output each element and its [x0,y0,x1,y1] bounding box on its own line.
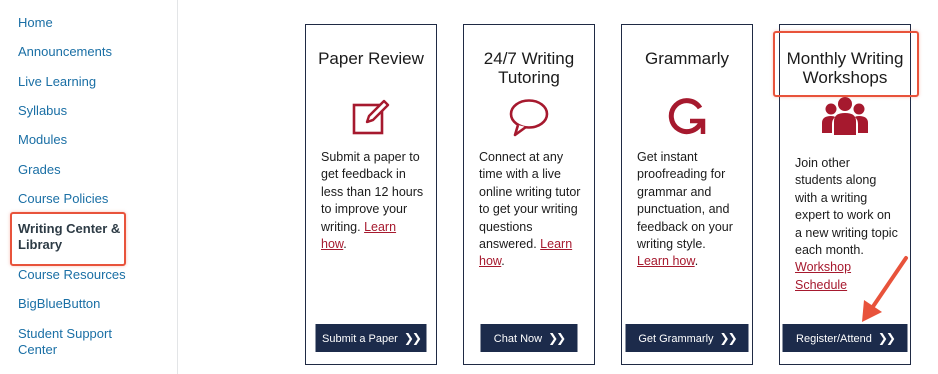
get-grammarly-button[interactable]: Get Grammarly ❯❯ [625,324,749,352]
double-chevron-right-icon: ❯❯ [403,331,422,345]
nav-item-announcements[interactable]: Announcements [18,44,168,60]
card-grammarly: Grammarly Get instant proofreading for g… [621,24,753,365]
link-suffix: . [694,254,699,269]
nav-item-course-resources[interactable]: Course Resources [18,267,168,283]
card-description: Get instant proofreading for grammar and… [637,149,740,271]
double-chevron-right-icon: ❯❯ [719,331,738,345]
description-text: Connect at any time with a live online w… [479,150,581,252]
edit-icon [352,99,390,135]
nav-item-grades[interactable]: Grades [18,162,168,178]
nav-item-bigbluebutton[interactable]: BigBlueButton [18,296,168,312]
grammarly-g-icon [668,98,706,135]
submit-paper-button[interactable]: Submit a Paper ❯❯ [315,324,427,352]
chat-bubble-icon [509,99,549,137]
chat-now-button[interactable]: Chat Now ❯❯ [480,324,578,352]
double-chevron-right-icon: ❯❯ [548,331,566,345]
card-title: Monthly Writing Workshops [786,49,904,87]
double-chevron-right-icon: ❯❯ [877,331,896,345]
nav-item-course-policies[interactable]: Course Policies [18,191,168,207]
button-label: Submit a Paper [322,333,398,345]
card-paper-review: Paper Review Submit a paper to get feedb… [305,24,437,365]
card-description: Submit a paper to get feedback in less t… [321,149,424,253]
nav-item-student-support-center[interactable]: Student Support Center [18,326,128,358]
button-label: Register/Attend [796,333,872,345]
link-suffix: . [343,237,347,252]
button-label: Chat Now [493,333,543,345]
learn-how-link[interactable]: Learn how [637,254,695,268]
card-title: Grammarly [644,49,730,68]
register-attend-button[interactable]: Register/Attend ❯❯ [782,324,908,352]
nav-item-live-learning[interactable]: Live Learning [18,74,168,90]
card-title: 24/7 Writing Tutoring [483,49,575,87]
button-label: Get Grammarly [638,333,714,345]
card-title: Paper Review [318,49,424,68]
nav-item-modules[interactable]: Modules [18,132,168,148]
link-suffix: . [501,254,505,269]
nav-item-home[interactable]: Home [18,15,168,31]
description-text: Join other students along with a writing… [795,156,898,258]
nav-item-syllabus[interactable]: Syllabus [18,103,168,119]
card-writing-tutoring: 24/7 Writing Tutoring Connect at any tim… [463,24,595,365]
group-users-icon [822,97,868,135]
description-text: Get instant proofreading for grammar and… [637,150,733,252]
card-description: Connect at any time with a live online w… [479,149,582,271]
course-navigation: Home Announcements Live Learning Syllabu… [0,0,178,374]
annotation-arrow-icon [862,256,908,322]
nav-item-writing-center-library[interactable]: Writing Center & Library [18,221,128,253]
